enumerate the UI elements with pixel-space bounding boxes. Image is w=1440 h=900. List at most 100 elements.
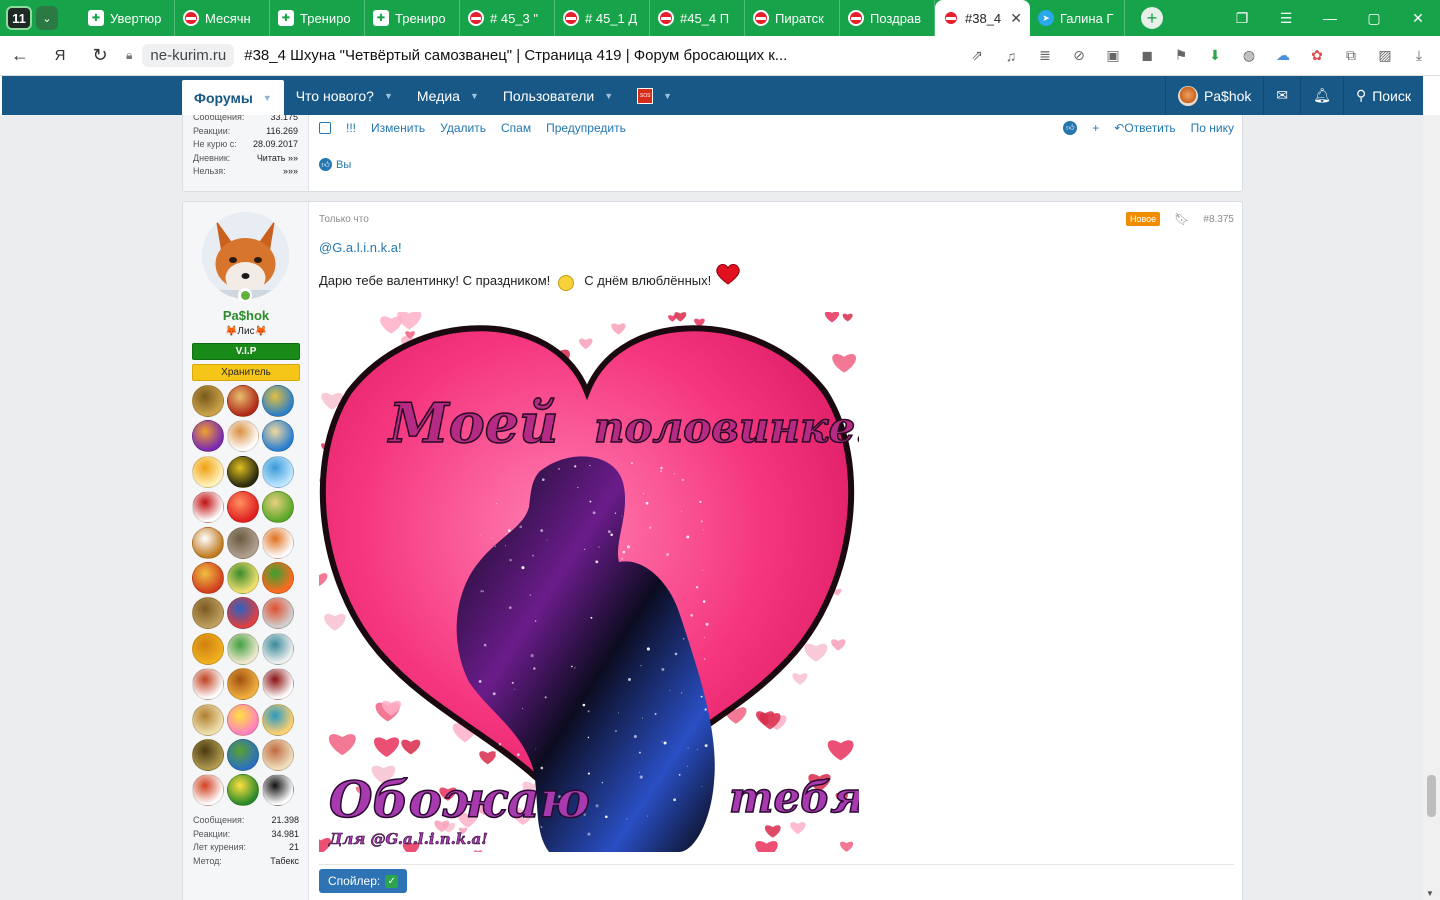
bookmark-icon[interactable]: 🔖︎	[1174, 212, 1189, 226]
user-mention[interactable]: @G.a.l.i.n.k.a!	[319, 240, 1234, 255]
award-icon[interactable]	[262, 491, 294, 524]
chat-icon[interactable]: ◼	[1132, 47, 1162, 64]
award-icon[interactable]	[262, 455, 294, 488]
award-icon[interactable]	[262, 597, 294, 630]
award-icon[interactable]	[227, 668, 259, 701]
award-icon[interactable]	[192, 420, 224, 453]
chevron-down-icon[interactable]: ▼	[263, 93, 272, 103]
award-icon[interactable]	[192, 738, 224, 771]
award-icon[interactable]	[227, 597, 259, 630]
nav-forums[interactable]: Форумы ▼	[182, 80, 284, 115]
scroll-down-arrow-icon[interactable]: ▼	[1426, 889, 1434, 898]
award-icon[interactable]	[227, 526, 259, 559]
browser-tab[interactable]: Пиратск	[745, 0, 840, 36]
download-ext-icon[interactable]: ⬇	[1200, 47, 1230, 64]
award-icon[interactable]	[192, 774, 224, 807]
tab-count-button[interactable]: 11	[6, 6, 32, 30]
tabs-dropdown-icon[interactable]: ⌄	[36, 6, 58, 30]
search-button[interactable]: ⚲ Поиск	[1342, 76, 1423, 115]
award-icon[interactable]	[262, 420, 294, 453]
browser-tab[interactable]: ✚ Трениро	[270, 0, 365, 36]
nav-sos[interactable]: SOS ▼	[625, 76, 684, 115]
award-icon[interactable]	[192, 703, 224, 736]
award-icon[interactable]	[262, 774, 294, 807]
delete-link[interactable]: Удалить	[440, 121, 486, 135]
browser-tab[interactable]: #38_4 ✕	[935, 0, 1030, 36]
award-icon[interactable]	[192, 526, 224, 559]
award-icon[interactable]	[227, 738, 259, 771]
post-number[interactable]: #8.375	[1203, 214, 1234, 225]
collections-icon[interactable]: ⧉	[1336, 47, 1366, 64]
browser-tab[interactable]: Поздрав	[840, 0, 935, 36]
post-time[interactable]: Только что	[319, 214, 369, 225]
reload-icon[interactable]: ↻	[80, 45, 120, 66]
edit-link[interactable]: Изменить	[371, 121, 425, 135]
spam-link[interactable]: Спам	[501, 121, 531, 135]
valentine-image[interactable]: Моей половинке! Обожаю тебя! Для @G.a.l.…	[310, 310, 883, 860]
extension-icon[interactable]: ▣	[1098, 47, 1128, 64]
award-icon[interactable]	[262, 738, 294, 771]
like-icon[interactable]: 👍︎	[1063, 121, 1078, 135]
award-icon[interactable]	[227, 703, 259, 736]
scrollbar-thumb[interactable]	[1427, 775, 1436, 817]
award-icon[interactable]	[262, 703, 294, 736]
by-nick-link[interactable]: По нику	[1191, 121, 1234, 135]
award-icon[interactable]	[227, 420, 259, 453]
award-icon[interactable]	[192, 385, 224, 417]
close-window-button[interactable]: ✕	[1396, 10, 1440, 27]
browser-tab[interactable]: Месячн	[175, 0, 270, 36]
cloud-icon[interactable]: ☁	[1268, 47, 1298, 64]
award-icon[interactable]	[192, 668, 224, 701]
minimize-button[interactable]: —	[1308, 10, 1352, 26]
warn-link[interactable]: Предупредить	[546, 121, 626, 135]
headphones-icon[interactable]: ♫	[996, 48, 1026, 64]
browser-tab[interactable]: # 45_1 Д	[555, 0, 650, 36]
award-icon[interactable]	[227, 632, 259, 665]
award-icon[interactable]	[227, 774, 259, 807]
url-domain[interactable]: ne-kurim.ru	[142, 44, 235, 67]
browser-tab[interactable]: # 45_3 "	[460, 0, 555, 36]
reactions-bar[interactable]: 👍︎ Вы	[319, 158, 351, 171]
page-scrollbar[interactable]: ▼	[1423, 115, 1440, 900]
award-icon[interactable]	[227, 385, 259, 417]
award-icon[interactable]	[192, 561, 224, 594]
yandex-icon[interactable]: Я	[40, 47, 80, 64]
tabs-panel-icon[interactable]: ❐	[1220, 10, 1264, 27]
account-menu[interactable]: Pa$hok	[1164, 76, 1263, 115]
reply-link[interactable]: ↶Ответить	[1114, 121, 1175, 135]
alerts-icon[interactable]: 🔔︎	[1300, 76, 1343, 115]
bookmark-icon[interactable]: ⚑	[1166, 47, 1196, 64]
award-icon[interactable]	[227, 455, 259, 488]
browser-tab[interactable]: #45_4 П	[650, 0, 745, 36]
chevron-down-icon[interactable]: ▼	[663, 91, 672, 101]
menu-icon[interactable]: ☰	[1264, 10, 1308, 27]
translate-icon[interactable]: ⊘	[1064, 47, 1094, 64]
award-icon[interactable]	[192, 455, 224, 488]
award-icon[interactable]	[262, 632, 294, 665]
chevron-down-icon[interactable]: ▼	[384, 91, 393, 101]
award-icon[interactable]	[262, 668, 294, 701]
avatar[interactable]	[202, 212, 289, 299]
award-icon[interactable]	[227, 561, 259, 594]
select-checkbox[interactable]	[319, 122, 331, 134]
award-icon[interactable]	[262, 385, 294, 417]
globe-icon[interactable]: ◍	[1234, 47, 1264, 64]
maximize-button[interactable]: ▢	[1352, 10, 1396, 27]
new-tab-button[interactable]: +	[1141, 7, 1163, 29]
colors-icon[interactable]: ✿	[1302, 47, 1332, 64]
back-icon[interactable]: ←	[0, 45, 40, 66]
browser-tab[interactable]: ➤ Галина Г	[1030, 0, 1125, 36]
inbox-icon[interactable]: ✉	[1263, 76, 1300, 115]
award-icon[interactable]	[192, 632, 224, 665]
spoiler-button[interactable]: Спойлер: ✓	[319, 869, 408, 893]
award-icon[interactable]	[227, 491, 259, 524]
url-field[interactable]: 🔒︎ ne-kurim.ru #38_4 Шхуна "Четвёртый са…	[126, 44, 787, 67]
nav-whats-new[interactable]: Что нового? ▼	[284, 76, 405, 115]
screenshot-icon[interactable]: ▨	[1370, 47, 1400, 64]
browser-tab[interactable]: ✚ Трениро	[365, 0, 460, 36]
stat-value[interactable]: Читать »»	[257, 152, 298, 166]
username[interactable]: Pa$hok	[183, 308, 309, 323]
nav-users[interactable]: Пользователи ▼	[491, 76, 625, 115]
award-icon[interactable]	[192, 491, 224, 524]
nav-media[interactable]: Медиа ▼	[405, 76, 491, 115]
